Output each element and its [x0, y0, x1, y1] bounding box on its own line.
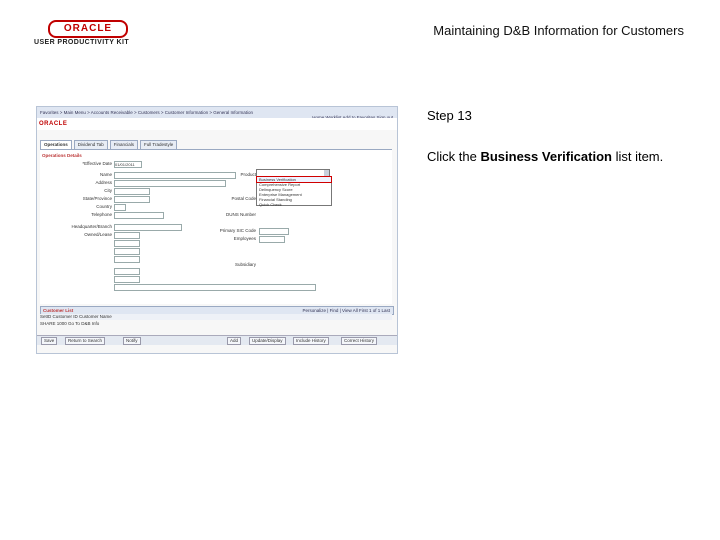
- grid-title: Customer List: [43, 308, 74, 313]
- country-field[interactable]: [114, 204, 126, 211]
- button-bar: Save Return to Search Notify Add Update/…: [37, 335, 397, 345]
- misc-field-1[interactable]: [114, 240, 140, 247]
- misc-field-2[interactable]: [114, 248, 140, 255]
- app-brand-row: ORACLE: [37, 118, 397, 130]
- save-button[interactable]: Save: [41, 337, 58, 345]
- employees-label: Employees: [233, 236, 256, 241]
- notify-button[interactable]: Notify: [123, 337, 141, 345]
- tab-financials[interactable]: Financials: [109, 140, 138, 149]
- employees-field[interactable]: [259, 236, 285, 243]
- tab-operations[interactable]: Operations: [40, 140, 72, 149]
- app-oracle-logo: ORACLE: [39, 121, 68, 127]
- update-display-button[interactable]: Update/Display: [249, 337, 286, 345]
- telephone-field[interactable]: [114, 212, 164, 219]
- long-field[interactable]: [114, 284, 316, 291]
- primary-sic-label: Primary SIC Code: [219, 228, 256, 233]
- headquarter-field[interactable]: [114, 224, 182, 231]
- upk-logo-subtext: USER PRODUCTIVITY KIT: [34, 39, 130, 46]
- document-title: Maintaining D&B Information for Customer…: [433, 23, 684, 38]
- tab-dividend[interactable]: Dividend Tab: [73, 140, 108, 149]
- tab-strip: Operations Dividend Tab Financials Full …: [40, 140, 178, 149]
- misc-field-3[interactable]: [114, 256, 140, 263]
- product-label: Product: [240, 172, 256, 177]
- instruction-suffix: list item.: [611, 149, 664, 164]
- product-listbox: Business Verification Comprehensive Repo…: [256, 176, 332, 207]
- instruction-target: Business Verification: [480, 149, 612, 164]
- state-label: State/Province: [82, 196, 112, 201]
- sic-code-field[interactable]: [259, 228, 289, 235]
- subsidiary-label: Subsidiary: [234, 262, 256, 267]
- effective-date-field[interactable]: 01/01/2011: [114, 161, 142, 168]
- misc-field-5[interactable]: [114, 276, 140, 283]
- oracle-upk-logo: ORACLE USER PRODUCTIVITY KIT: [34, 20, 144, 48]
- tab-full-tradestyle[interactable]: Full Tradestyle: [139, 140, 178, 149]
- address-label: Address: [95, 180, 112, 185]
- breadcrumb[interactable]: Favorites > Main Menu > Accounts Receiva…: [40, 110, 253, 115]
- section-operations: Operations Details: [42, 153, 82, 158]
- owned-label: Owned/Lease: [84, 232, 112, 237]
- owned-field[interactable]: [114, 232, 140, 239]
- correct-history-button[interactable]: Correct History: [341, 337, 378, 345]
- table-row[interactable]: SHARE 1000 Go To D&B Info: [40, 321, 392, 327]
- form-content: Operations Details *Effective Date 01/01…: [40, 149, 392, 304]
- misc-field-4[interactable]: [114, 268, 140, 275]
- city-label: City: [104, 188, 112, 193]
- effective-date-label: *Effective Date: [82, 161, 112, 166]
- headquarter-label: Headquarter/Branch: [71, 224, 112, 229]
- include-history-button[interactable]: Include History: [293, 337, 329, 345]
- country-label: Country: [96, 204, 112, 209]
- step-instruction: Click the Business Verification list ite…: [427, 149, 663, 164]
- grid-controls[interactable]: Personalize | Find | View All First 1 of…: [302, 308, 390, 313]
- duns-label: DUNS Number: [225, 212, 256, 217]
- grid-columns: SetID Customer ID Customer Name: [40, 314, 392, 320]
- app-top-bar: Favorites > Main Menu > Accounts Receiva…: [37, 107, 397, 120]
- name-label: Name: [99, 172, 112, 177]
- state-field[interactable]: [114, 196, 150, 203]
- instruction-prefix: Click the: [427, 149, 481, 164]
- listitem-quick-check[interactable]: Quick Check: [257, 202, 331, 207]
- oracle-logo-text: ORACLE: [48, 20, 128, 38]
- postal-code-label: Postal Code: [231, 196, 256, 201]
- address-field[interactable]: [114, 180, 226, 187]
- telephone-label: Telephone: [91, 212, 112, 217]
- step-label: Step 13: [427, 108, 472, 123]
- name-field[interactable]: [114, 172, 236, 179]
- return-to-search-button[interactable]: Return to Search: [65, 337, 106, 345]
- city-field[interactable]: [114, 188, 150, 195]
- app-screenshot: Favorites > Main Menu > Accounts Receiva…: [36, 106, 398, 354]
- add-button[interactable]: Add: [227, 337, 242, 345]
